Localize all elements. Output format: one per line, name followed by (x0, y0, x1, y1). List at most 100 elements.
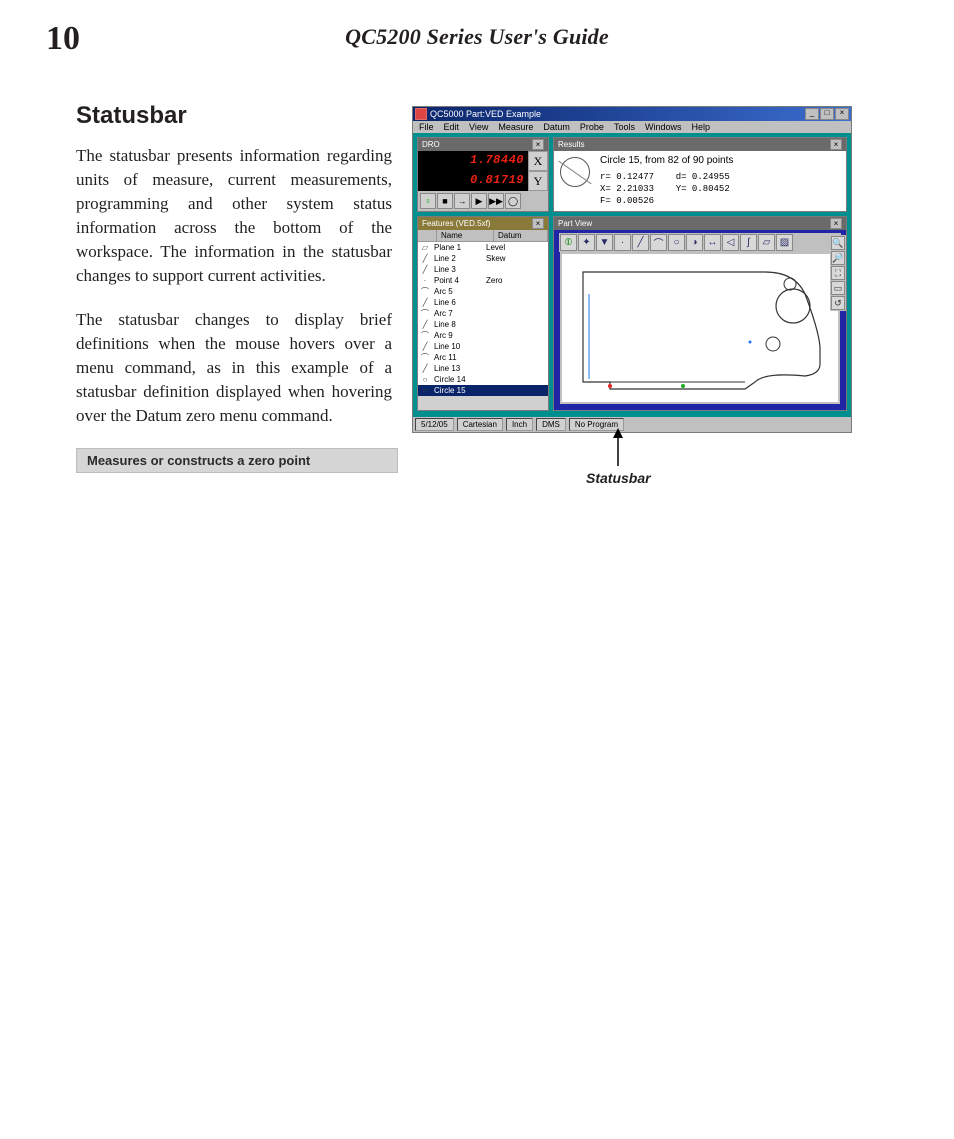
feature-type-icon: ╱ (418, 264, 432, 275)
pv-compass-icon[interactable]: ✦ (578, 234, 595, 251)
feature-type-icon: · (418, 275, 432, 286)
feature-datum (486, 319, 548, 330)
feature-row[interactable]: ╱Line 6 (418, 297, 548, 308)
feature-row[interactable]: ⌒Arc 9 (418, 330, 548, 341)
feature-type-icon: ○ (418, 374, 432, 385)
feature-datum: Level (486, 242, 548, 253)
pv-misc-icon[interactable]: ▨ (776, 234, 793, 251)
feature-type-icon: ⌒ (418, 352, 432, 363)
zoom-fit-icon[interactable]: ⛶ (831, 266, 845, 280)
pv-plane-icon[interactable]: ▱ (758, 234, 775, 251)
pv-arc-icon[interactable]: ⌒ (650, 234, 667, 251)
partview-close-icon[interactable]: × (830, 218, 842, 229)
close-button[interactable]: × (835, 108, 849, 120)
feature-name: Line 8 (432, 319, 486, 330)
features-col-name[interactable]: Name (437, 230, 494, 241)
menu-windows[interactable]: Windows (645, 122, 682, 132)
status-angle-unit[interactable]: DMS (536, 418, 566, 431)
feature-row[interactable]: ▱Plane 1Level (418, 242, 548, 253)
results-panel-title: Results (558, 140, 585, 149)
pv-circle-icon[interactable]: ○ (668, 234, 685, 251)
feature-name: Arc 7 (432, 308, 486, 319)
feature-row[interactable]: ⌒Arc 11 (418, 352, 548, 363)
zoom-reset-icon[interactable]: ↺ (831, 296, 845, 310)
feature-row[interactable]: ╱Line 2Skew (418, 253, 548, 264)
feature-row[interactable]: ·Point 4Zero (418, 275, 548, 286)
feature-row[interactable]: ○Circle 14 (418, 374, 548, 385)
feature-name: Circle 15 (432, 385, 486, 396)
feature-datum (486, 352, 548, 363)
feature-row[interactable]: ╱Line 13 (418, 363, 548, 374)
feature-name: Arc 9 (432, 330, 486, 341)
feature-row[interactable]: ⌒Arc 5 (418, 286, 548, 297)
results-f: F= 0.00526 (600, 195, 658, 207)
results-r: r= 0.12477 (600, 171, 658, 183)
dro-toolbar: ♀ ■ → ▶ ▶▶ ◯ (418, 191, 548, 211)
feature-name: Arc 5 (432, 286, 486, 297)
status-coord-system[interactable]: Cartesian (457, 418, 503, 431)
menu-file[interactable]: File (419, 122, 434, 132)
status-unit[interactable]: Inch (506, 418, 533, 431)
features-header: Name Datum (418, 230, 548, 242)
pv-point-icon[interactable]: · (614, 234, 631, 251)
pv-angle-icon[interactable]: ◁ (722, 234, 739, 251)
menubar: File Edit View Measure Datum Probe Tools Window… (413, 121, 851, 133)
menu-probe[interactable]: Probe (580, 122, 604, 132)
features-close-icon[interactable]: × (532, 218, 544, 229)
results-y: Y= 0.80452 (676, 183, 734, 195)
status-date[interactable]: 5/12/05 (415, 418, 454, 431)
dro-play-icon[interactable]: ▶ (471, 193, 487, 209)
zoom-window-icon[interactable]: ▭ (831, 281, 845, 295)
dro-panel: DRO× 1.78440 X 0.81719 Y (417, 137, 549, 212)
dro-close-icon[interactable]: × (532, 139, 544, 150)
feature-type-icon: ⌒ (418, 308, 432, 319)
dro-x-axis-button[interactable]: X (528, 151, 548, 171)
dro-fast-icon[interactable]: ▶▶ (488, 193, 504, 209)
pv-slot-icon[interactable]: ◑ (686, 234, 703, 251)
feature-row[interactable]: ╱Line 8 (418, 319, 548, 330)
menu-measure[interactable]: Measure (498, 122, 533, 132)
feature-type-icon: ╱ (418, 341, 432, 352)
menu-tools[interactable]: Tools (614, 122, 635, 132)
menu-view[interactable]: View (469, 122, 488, 132)
pv-tool-icon[interactable]: ⦶ (560, 234, 577, 251)
pv-line-icon[interactable]: ╱ (632, 234, 649, 251)
feature-type-icon: ╱ (418, 253, 432, 264)
minimize-button[interactable]: _ (805, 108, 819, 120)
feature-row[interactable]: ╱Line 10 (418, 341, 548, 352)
pv-flag-icon[interactable]: ▼ (596, 234, 613, 251)
feature-type-icon: ⌒ (418, 330, 432, 341)
menu-datum[interactable]: Datum (543, 122, 570, 132)
partview-canvas[interactable] (562, 254, 838, 402)
dro-x-value: 1.78440 (418, 151, 528, 171)
pv-curve-icon[interactable]: ∫ (740, 234, 757, 251)
results-d: d= 0.24955 (676, 171, 734, 183)
feature-row[interactable]: ⌒Arc 7 (418, 308, 548, 319)
pv-dist-icon[interactable]: ↔ (704, 234, 721, 251)
annotation-label: Statusbar (586, 470, 651, 486)
menu-edit[interactable]: Edit (444, 122, 460, 132)
arrow-icon (611, 428, 625, 468)
results-circle-icon (560, 157, 590, 187)
features-col-datum[interactable]: Datum (494, 230, 548, 241)
results-close-icon[interactable]: × (830, 139, 842, 150)
feature-row[interactable]: ○Circle 15 (418, 385, 548, 396)
feature-datum (486, 330, 548, 341)
features-panel-title: Features (VED.5xf) (422, 219, 490, 228)
feature-name: Plane 1 (432, 242, 486, 253)
dro-stop-icon[interactable]: ■ (437, 193, 453, 209)
maximize-button[interactable]: □ (820, 108, 834, 120)
dro-target-icon[interactable]: ◯ (505, 193, 521, 209)
dro-next-icon[interactable]: → (454, 193, 470, 209)
feature-type-icon: ○ (418, 385, 432, 396)
feature-datum (486, 308, 548, 319)
feature-name: Line 2 (432, 253, 486, 264)
feature-name: Point 4 (432, 275, 486, 286)
partview-panel: Part View× ⦶ ✦ ▼ · ╱ ⌒ ○ (553, 216, 847, 411)
dro-y-axis-button[interactable]: Y (528, 171, 548, 191)
dro-tool-icon[interactable]: ♀ (420, 193, 436, 209)
menu-help[interactable]: Help (691, 122, 710, 132)
feature-row[interactable]: ╱Line 3 (418, 264, 548, 275)
zoom-out-icon[interactable]: 🔎 (831, 251, 845, 265)
zoom-in-icon[interactable]: 🔍 (831, 236, 845, 250)
